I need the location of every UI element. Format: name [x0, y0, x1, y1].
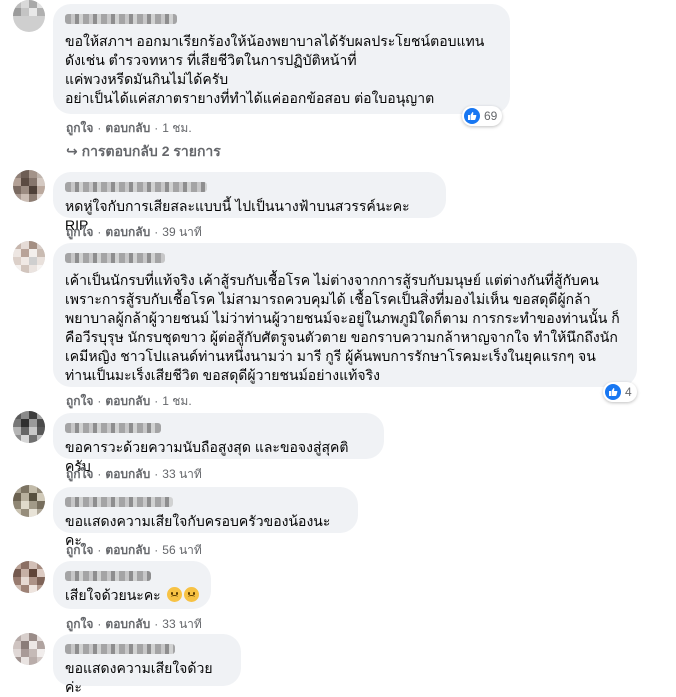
commenter-name-redacted[interactable]	[65, 182, 207, 192]
like-button[interactable]: ถูกใจ	[66, 617, 93, 631]
comment-bubble: เสียใจด้วยนะคะ	[53, 561, 211, 609]
reply-button[interactable]: ตอบกลับ	[105, 617, 150, 631]
reaction-count: 69	[484, 109, 498, 123]
comment-time[interactable]: 1 ชม.	[162, 394, 191, 408]
avatar[interactable]	[13, 241, 45, 273]
reply-button[interactable]: ตอบกลับ	[105, 121, 150, 135]
comment-actions: ถูกใจ · ตอบกลับ · 56 นาที	[66, 543, 202, 557]
comment-text: เค้าเป็นนักรบที่แท้จริง เค้าสู้รบกับเชื้…	[65, 272, 620, 383]
comment-actions: ถูกใจ · ตอบกลับ · 33 นาที	[66, 617, 202, 631]
comment-bubble: หดหู่ใจกับการเสียสละแบบนี้ ไปเป็นนางฟ้าบ…	[53, 172, 446, 233]
reply-button[interactable]: ตอบกลับ	[105, 543, 150, 557]
comment-bubble: เค้าเป็นนักรบที่แท้จริง เค้าสู้รบกับเชื้…	[53, 243, 637, 387]
view-replies-link[interactable]: ↪ การตอบกลับ 2 รายการ	[66, 141, 221, 163]
reaction-count: 4	[625, 385, 632, 399]
comment-actions: ถูกใจ · ตอบกลับ · 1 ชม.	[66, 394, 192, 408]
avatar[interactable]	[13, 170, 45, 202]
comment-text-content: เสียใจด้วยนะคะ	[65, 587, 161, 603]
commenter-name-redacted[interactable]	[65, 423, 161, 433]
comment-time[interactable]: 1 ชม.	[162, 121, 191, 135]
comment-bubble: ขอแสดงความเสียใจด้วยค่ะ	[53, 634, 241, 695]
avatar[interactable]	[13, 561, 45, 593]
comment-bubble: ขอคารวะด้วยความนับถือสูงสุด และขอจงสู่สุ…	[53, 413, 384, 474]
sad-face-icon	[183, 587, 199, 602]
like-button[interactable]: ถูกใจ	[66, 121, 93, 135]
like-reaction-icon	[605, 384, 621, 400]
reply-button[interactable]: ตอบกลับ	[105, 467, 150, 481]
comment-time[interactable]: 33 นาที	[162, 467, 202, 481]
commenter-name-redacted[interactable]	[65, 14, 177, 24]
reply-button[interactable]: ตอบกลับ	[105, 394, 150, 408]
comment-actions: ถูกใจ · ตอบกลับ · 33 นาที	[66, 467, 202, 481]
like-button[interactable]: ถูกใจ	[66, 467, 93, 481]
like-button[interactable]: ถูกใจ	[66, 225, 93, 239]
comment-time[interactable]: 33 นาที	[162, 617, 202, 631]
commenter-name-redacted[interactable]	[65, 497, 173, 507]
comment-text: ขอให้สภาฯ ออกมาเรียกร้องให้น้องพยาบาลได้…	[65, 33, 485, 106]
comment-actions: ถูกใจ · ตอบกลับ · 1 ชม.	[66, 121, 192, 135]
commenter-name-redacted[interactable]	[65, 253, 165, 263]
comment-time[interactable]: 39 นาที	[162, 225, 202, 239]
avatar[interactable]	[13, 0, 45, 32]
comment-text: ขอแสดงความเสียใจด้วยค่ะ	[65, 660, 213, 695]
avatar[interactable]	[13, 485, 45, 517]
sad-face-icon	[166, 587, 182, 602]
avatar[interactable]	[13, 633, 45, 665]
avatar[interactable]	[13, 411, 45, 443]
commenter-name-redacted[interactable]	[65, 571, 151, 581]
like-button[interactable]: ถูกใจ	[66, 543, 93, 557]
like-button[interactable]: ถูกใจ	[66, 394, 93, 408]
reply-button[interactable]: ตอบกลับ	[105, 225, 150, 239]
comment-actions: ถูกใจ · ตอบกลับ · 39 นาที	[66, 225, 202, 239]
comment-bubble: ขอให้สภาฯ ออกมาเรียกร้องให้น้องพยาบาลได้…	[53, 4, 510, 114]
comment-time[interactable]: 56 นาที	[162, 543, 202, 557]
commenter-name-redacted[interactable]	[65, 644, 175, 654]
like-reaction-icon	[464, 108, 480, 124]
reaction-count-badge[interactable]: 4	[603, 382, 637, 402]
comment-bubble: ขอแสดงความเสียใจกับครอบครัวของน้องนะคะ	[53, 487, 358, 548]
comment-text: เสียใจด้วยนะคะ	[65, 586, 199, 605]
reaction-count-badge[interactable]: 69	[462, 106, 503, 126]
